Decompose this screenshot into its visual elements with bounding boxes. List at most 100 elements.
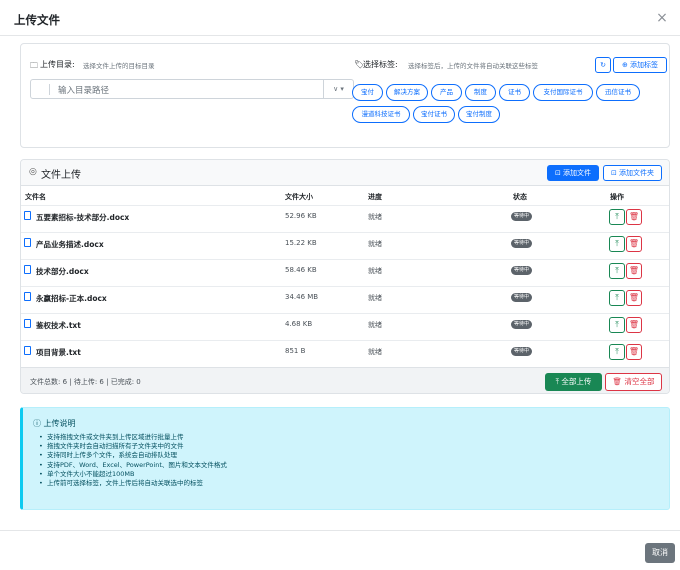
file-name: 项目背景.txt — [36, 348, 81, 357]
upload-icon: ⤒ — [615, 266, 619, 275]
table-row: 永赢招标-正本.docx 34.46 MB 就绪 等待中 ⤒ 🗑 — [21, 286, 669, 308]
status-badge: 等待中 — [511, 320, 533, 329]
target-dir-hint: 选择文件上传的目标目录 — [83, 62, 155, 70]
chevron-down-icon[interactable]: ∨ ▾ — [323, 80, 353, 98]
add-tag-button[interactable]: ⊕ 添加标签 — [613, 57, 667, 73]
refresh-icon: ↻ — [600, 61, 606, 69]
delete-file-button[interactable]: 🗑 — [626, 236, 642, 252]
eye-icon: ◎ — [29, 167, 37, 177]
tag-chip[interactable]: 宝付制度 — [458, 106, 500, 123]
file-icon — [24, 211, 31, 220]
table-row: 技术部分.docx 58.46 KB 就绪 等待中 ⤒ 🗑 — [21, 259, 669, 281]
upload-settings-card: 🗀 上传目录: 选择文件上传的目标目录 输入目录路径 ∨ ▾ 🏷 选择标签: 选… — [20, 43, 670, 148]
folder-icon — [35, 84, 50, 95]
status-badge: 等待中 — [511, 212, 533, 221]
dialog-title: 上传文件 — [14, 13, 60, 27]
file-stats: 文件总数: 6 | 待上传: 6 | 已完成: 0 — [30, 378, 141, 386]
table-row: 鉴权技术.txt 4.68 KB 就绪 等待中 ⤒ 🗑 — [21, 313, 669, 335]
file-progress: 就绪 — [368, 294, 382, 302]
upload-file-button[interactable]: ⤒ — [609, 317, 625, 333]
file-size: 4.68 KB — [285, 320, 313, 328]
upload-file-button[interactable]: ⤒ — [609, 209, 625, 225]
upload-icon: ⤒ — [615, 239, 619, 248]
folder-icon: 🗀 — [30, 61, 38, 70]
list-item: 支持拖拽文件或文件夹到上传区域进行批量上传 — [39, 433, 227, 442]
upload-file-button[interactable]: ⤒ — [609, 236, 625, 252]
file-size: 15.22 KB — [285, 239, 317, 247]
delete-file-button[interactable]: 🗑 — [626, 317, 642, 333]
file-icon — [24, 238, 31, 247]
close-icon[interactable]: × — [654, 10, 670, 26]
file-upload-title: 文件上传 — [41, 170, 81, 181]
upload-icon: ⤒ — [615, 347, 619, 356]
tags-hint: 选择标签后，上传的文件将自动关联这些标签 — [408, 62, 538, 70]
upload-file-button[interactable]: ⤒ — [609, 290, 625, 306]
file-icon — [24, 265, 31, 274]
delete-file-button[interactable]: 🗑 — [626, 290, 642, 306]
table-row: 产品业务描述.docx 15.22 KB 就绪 等待中 ⤒ 🗑 — [21, 232, 669, 254]
file-size: 52.96 KB — [285, 212, 317, 220]
target-dir-label: 上传目录: — [40, 60, 75, 69]
tag-chip[interactable]: 制度 — [465, 84, 496, 101]
trash-icon: 🗑 — [628, 239, 640, 248]
delete-file-button[interactable]: 🗑 — [626, 209, 642, 225]
clear-all-button[interactable]: 🗑 清空全部 — [605, 373, 662, 391]
list-item: 单个文件大小不能超过100MB — [39, 470, 227, 479]
file-name: 鉴权技术.txt — [36, 321, 81, 330]
tag-chip[interactable]: 解决方案 — [386, 84, 428, 101]
file-progress: 就绪 — [368, 348, 382, 356]
status-badge: 等待中 — [511, 266, 533, 275]
upload-file-button[interactable]: ⤒ — [609, 263, 625, 279]
list-item: 支持同时上传多个文件，系统会自动排队处理 — [39, 451, 227, 460]
file-name: 永赢招标-正本.docx — [36, 294, 107, 303]
header-divider — [0, 35, 680, 36]
column-header-size: 文件大小 — [285, 193, 313, 201]
footer-divider — [0, 530, 680, 531]
target-dir-input[interactable]: 输入目录路径 ∨ ▾ — [30, 79, 354, 99]
upload-icon: ⤒ — [615, 212, 619, 221]
tag-chip[interactable]: 迅信证书 — [596, 84, 640, 101]
upload-file-button[interactable]: ⤒ — [609, 344, 625, 360]
file-icon — [24, 346, 31, 355]
tag-chip[interactable]: 宝付证书 — [413, 106, 455, 123]
upload-instructions: ⓘ 上传说明 支持拖拽文件或文件夹到上传区域进行批量上传 拖拽文件夹时会自动扫描… — [20, 407, 670, 510]
trash-icon: 🗑 — [628, 293, 640, 302]
list-item: 支持PDF、Word、Excel、PowerPoint、图片和文本文件格式 — [39, 461, 227, 470]
column-header-status: 状态 — [513, 193, 527, 201]
add-file-button[interactable]: ⊡ 添加文件 — [547, 165, 599, 181]
file-name: 五要素招标-技术部分.docx — [36, 213, 130, 222]
status-badge: 等待中 — [511, 293, 533, 302]
file-progress: 就绪 — [368, 240, 382, 248]
tag-chip[interactable]: 产品 — [431, 84, 462, 101]
file-upload-header: ◎ 文件上传 ⊡ 添加文件 ⊡ 添加文件夹 — [21, 160, 669, 186]
upload-all-button[interactable]: ⤒ 全部上传 — [545, 373, 602, 391]
file-progress: 就绪 — [368, 321, 382, 329]
cancel-button[interactable]: 取消 — [645, 543, 675, 563]
table-row: 项目背景.txt 851 B 就绪 等待中 ⤒ 🗑 — [21, 340, 669, 362]
file-upload-card: ◎ 文件上传 ⊡ 添加文件 ⊡ 添加文件夹 文件名 文件大小 进度 状态 操作 … — [20, 159, 670, 394]
refresh-tags-button[interactable]: ↻ — [595, 57, 611, 73]
tag-chip[interactable]: 证书 — [499, 84, 530, 101]
file-size: 34.46 MB — [285, 293, 319, 301]
file-icon — [24, 319, 31, 328]
column-header-name: 文件名 — [25, 193, 46, 201]
target-dir-placeholder: 输入目录路径 — [58, 86, 110, 96]
trash-icon: 🗑 — [628, 212, 640, 221]
list-item: 上传前可选择标签，文件上传后将自动关联选中的标签 — [39, 479, 227, 488]
trash-icon: 🗑 — [628, 320, 640, 329]
status-badge: 等待中 — [511, 347, 533, 356]
file-name: 产品业务描述.docx — [36, 240, 104, 249]
trash-icon: 🗑 — [628, 347, 640, 356]
upload-icon: ⤒ — [615, 320, 619, 329]
delete-file-button[interactable]: 🗑 — [626, 344, 642, 360]
add-folder-button[interactable]: ⊡ 添加文件夹 — [603, 165, 662, 181]
delete-file-button[interactable]: 🗑 — [626, 263, 642, 279]
dialog-header: 上传文件 × — [0, 0, 680, 40]
tag-chip[interactable]: 宝付 — [352, 84, 383, 101]
tags-label: 选择标签: — [363, 60, 398, 69]
tag-chip[interactable]: 漫道科技证书 — [352, 106, 410, 123]
file-size: 58.46 KB — [285, 266, 317, 274]
tag-chip[interactable]: 支付国际证书 — [533, 84, 593, 101]
file-upload-footer: 文件总数: 6 | 待上传: 6 | 已完成: 0 ⤒ 全部上传 🗑 清空全部 — [21, 367, 669, 393]
instructions-list: 支持拖拽文件或文件夹到上传区域进行批量上传 拖拽文件夹时会自动扫描所有子文件夹中… — [39, 433, 227, 488]
